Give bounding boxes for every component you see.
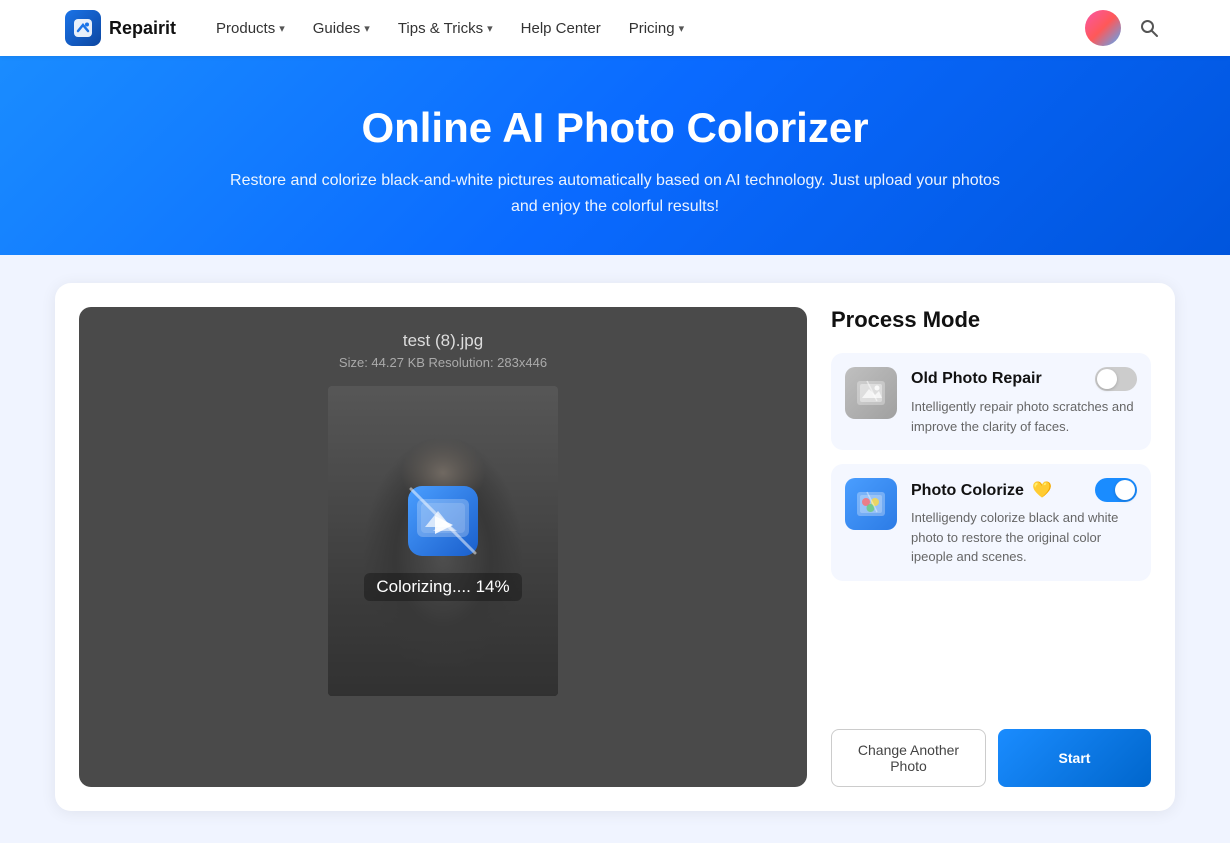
navbar: Repairit Products ▾ Guides ▾ Tips & Tric… (0, 0, 1230, 56)
photo-colorize-icon-box (845, 478, 897, 530)
process-mode-title: Process Mode (831, 307, 1151, 333)
nav-products[interactable]: Products ▾ (204, 14, 297, 43)
hero-section: Online AI Photo Colorizer Restore and co… (0, 56, 1230, 255)
button-row: Change Another Photo Start (831, 705, 1151, 787)
old-photo-repair-icon-box (845, 367, 897, 419)
image-panel: test (8).jpg Size: 44.27 KB Resolution: … (79, 307, 807, 787)
nav-pricing[interactable]: Pricing ▾ (617, 14, 696, 43)
old-photo-repair-header: Old Photo Repair (911, 367, 1137, 391)
chevron-down-icon: ▾ (679, 22, 685, 35)
chevron-down-icon: ▾ (487, 22, 493, 35)
tool-card: test (8).jpg Size: 44.27 KB Resolution: … (55, 283, 1175, 811)
start-button[interactable]: Start (998, 729, 1151, 787)
mode-photo-colorize: Photo Colorize 💛 Intelligendy colorize b… (831, 464, 1151, 581)
nav-help-center[interactable]: Help Center (509, 14, 613, 43)
logo-icon (65, 10, 101, 46)
chevron-down-icon: ▾ (279, 22, 285, 35)
process-icon (403, 481, 483, 561)
change-another-photo-button[interactable]: Change Another Photo (831, 729, 986, 787)
photo-colorize-desc: Intelligendy colorize black and white ph… (911, 508, 1137, 567)
search-icon[interactable] (1133, 12, 1165, 44)
nav-items: Products ▾ Guides ▾ Tips & Tricks ▾ Help… (204, 14, 1077, 43)
mode-old-photo-repair: Old Photo Repair Intelligently repair ph… (831, 353, 1151, 450)
processing-label: Colorizing.... 14% (364, 573, 521, 601)
processing-overlay: Colorizing.... 14% (328, 386, 558, 696)
file-title: test (8).jpg (403, 331, 483, 351)
chevron-down-icon: ▾ (364, 22, 370, 35)
toggle-knob (1115, 480, 1135, 500)
photo-colorize-name: Photo Colorize (911, 482, 1024, 499)
hero-description: Restore and colorize black-and-white pic… (225, 168, 1005, 219)
logo-link[interactable]: Repairit (65, 10, 176, 46)
avatar[interactable] (1085, 10, 1121, 46)
right-panel: Process Mode Old Photo Repair (831, 307, 1151, 787)
logo-text: Repairit (109, 18, 176, 39)
photo-colorize-info: Photo Colorize 💛 Intelligendy colorize b… (911, 478, 1137, 567)
old-photo-repair-name: Old Photo Repair (911, 370, 1042, 388)
main-content: test (8).jpg Size: 44.27 KB Resolution: … (35, 255, 1195, 843)
file-meta: Size: 44.27 KB Resolution: 283x446 (339, 355, 547, 370)
photo-colorize-toggle[interactable] (1095, 478, 1137, 502)
nav-guides[interactable]: Guides ▾ (301, 14, 382, 43)
old-photo-repair-desc: Intelligently repair photo scratches and… (911, 397, 1137, 436)
nav-right (1085, 10, 1165, 46)
photo-container: Colorizing.... 14% (328, 386, 558, 696)
old-photo-repair-info: Old Photo Repair Intelligently repair ph… (911, 367, 1137, 436)
photo-colorize-header: Photo Colorize 💛 (911, 478, 1137, 502)
hero-title: Online AI Photo Colorizer (20, 104, 1210, 152)
photo-colorize-badge: 💛 (1032, 482, 1052, 499)
old-photo-repair-toggle[interactable] (1095, 367, 1137, 391)
nav-tips-tricks[interactable]: Tips & Tricks ▾ (386, 14, 505, 43)
toggle-knob (1097, 369, 1117, 389)
